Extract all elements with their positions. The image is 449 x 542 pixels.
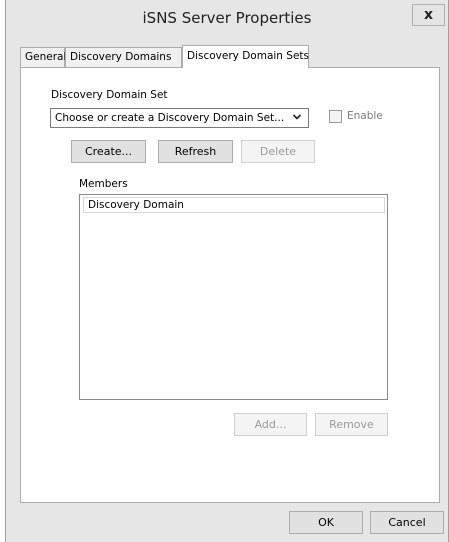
tab-discovery-domains[interactable]: Discovery Domains xyxy=(65,47,182,67)
close-button[interactable]: x xyxy=(412,4,445,26)
domain-set-combobox[interactable]: Choose or create a Discovery Domain Set.… xyxy=(50,108,309,128)
chevron-down-icon[interactable] xyxy=(292,112,302,125)
members-label: Members xyxy=(79,178,128,190)
column-header-discovery-domain: Discovery Domain xyxy=(88,199,184,211)
refresh-button[interactable]: Refresh xyxy=(158,140,233,163)
window-title: iSNS Server Properties xyxy=(142,9,312,27)
domain-set-label: Discovery Domain Set xyxy=(51,89,168,101)
ok-button[interactable]: OK xyxy=(289,511,363,534)
list-column-header[interactable]: Discovery Domain xyxy=(83,197,385,213)
tab-discovery-domain-sets[interactable]: Discovery Domain Sets xyxy=(182,45,309,68)
title-bar[interactable]: iSNS Server Properties x xyxy=(6,0,448,38)
close-icon: x xyxy=(423,7,434,23)
enable-label: Enable xyxy=(347,110,383,122)
domain-set-combo-value: Choose or create a Discovery Domain Set.… xyxy=(55,112,285,124)
tab-panel: Discovery Domain Set Choose or create a … xyxy=(20,67,440,503)
properties-dialog: iSNS Server Properties x General Discove… xyxy=(5,0,449,542)
add-button[interactable]: Add... xyxy=(234,413,307,436)
members-list[interactable]: Discovery Domain xyxy=(79,194,388,400)
enable-checkbox[interactable] xyxy=(329,110,342,123)
remove-button[interactable]: Remove xyxy=(315,413,388,436)
create-button[interactable]: Create... xyxy=(71,140,146,163)
cancel-button[interactable]: Cancel xyxy=(370,511,444,534)
delete-button[interactable]: Delete xyxy=(241,140,315,163)
tab-general[interactable]: General xyxy=(20,47,66,67)
